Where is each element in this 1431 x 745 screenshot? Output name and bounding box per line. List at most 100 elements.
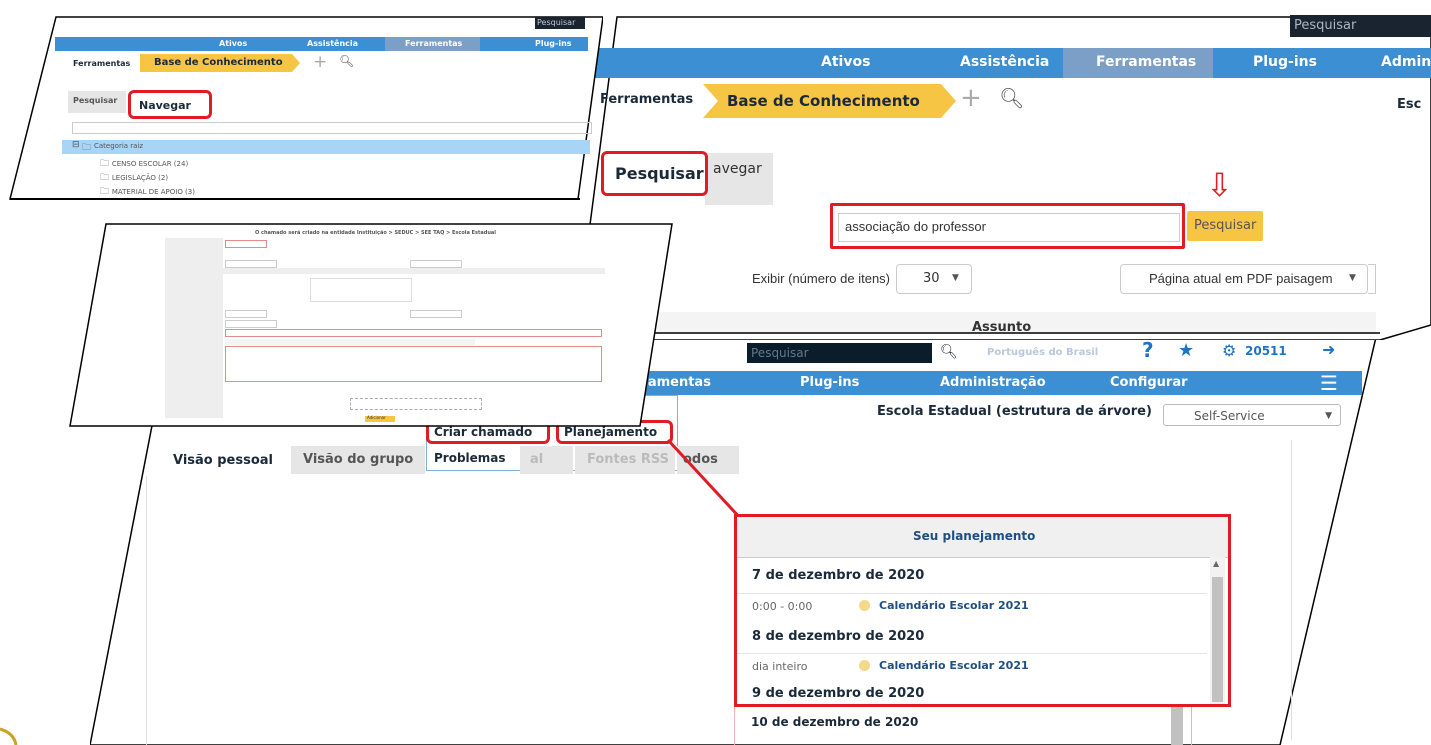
chevron-down-icon: ▼ (1349, 273, 1356, 283)
scrollbar-thumb-lower[interactable] (1171, 707, 1183, 745)
nav-item-assets[interactable]: Ativos (821, 54, 870, 70)
entity-selector[interactable]: Escola Estadual (estrutura de árvore) (877, 404, 1152, 419)
nav-item-tools[interactable]: Ferramentas (405, 39, 462, 48)
form-title: O chamado será criado na entidade Instit… (255, 230, 497, 236)
breadcrumb-current-label: Base de Conhecimento (727, 92, 920, 110)
planning-header: Seu planejamento (737, 517, 1228, 558)
profile-value: Self-Service (1194, 409, 1265, 423)
logout-icon[interactable]: ➜ (1322, 340, 1335, 359)
display-count-label: Exibir (número de itens) (752, 271, 890, 286)
field-date[interactable] (225, 240, 267, 248)
nav-item-assistance[interactable]: Assistência (307, 39, 358, 48)
tab-search[interactable]: Pesquisar (68, 91, 126, 113)
nav-item-plugins[interactable]: Plug-ins (1253, 54, 1317, 70)
nav-item-admin[interactable]: Administração (940, 375, 1046, 390)
field-category[interactable] (410, 260, 462, 268)
folder-icon: 🗀 (100, 159, 112, 169)
kb-search-button[interactable]: Pesquisar (1187, 211, 1263, 241)
planning-event-link[interactable]: Calendário Escolar 2021 (879, 659, 1029, 672)
gear-icon[interactable]: ⚙ (1222, 341, 1236, 360)
scrollbar-thumb[interactable] (1212, 577, 1223, 702)
tree-root-row[interactable]: ⊟ 🗀 Categoria raiz (62, 140, 590, 154)
star-icon[interactable]: ★ (1178, 340, 1194, 361)
breadcrumb-notch (703, 84, 718, 118)
field-requester[interactable] (310, 278, 412, 302)
panel-overlap-edge (640, 332, 1380, 334)
scrollbar-track[interactable]: ▲ (1210, 557, 1225, 704)
breadcrumb-root[interactable]: Ferramentas (600, 92, 693, 107)
nav-item-assistance[interactable]: Assistência (960, 54, 1049, 70)
submit-button[interactable]: Adicionar (365, 415, 395, 422)
event-dot-icon (859, 600, 870, 611)
kb-search-value: associação do professor (845, 219, 986, 234)
form-label-col (165, 238, 223, 418)
planning-event-link[interactable]: Calendário Escolar 2021 (879, 599, 1029, 612)
tab-search-label: Pesquisar (615, 164, 704, 183)
tree-root-label: Categoria raiz (94, 142, 144, 150)
nav-item-admin[interactable]: Admin (1381, 54, 1431, 70)
tab-browse-label: Navegar (139, 99, 191, 112)
ticket-count[interactable]: 20511 (1245, 344, 1287, 358)
tab-search[interactable]: Pesquisar (601, 151, 708, 196)
tree-filter-input[interactable] (72, 122, 592, 134)
field-description[interactable] (225, 346, 602, 382)
tab-browse[interactable]: Navegar (128, 90, 212, 119)
chevron-down-icon: ▼ (1325, 411, 1332, 421)
planning-time: 0:00 - 0:00 (752, 600, 813, 613)
tree-item-label: MATERIAL DE APOIO (3) (111, 188, 195, 196)
main-nav-d: rramentas Plug-ins Administração Configu… (585, 371, 1362, 395)
planning-title[interactable]: Seu planejamento (913, 529, 1035, 543)
tab-group-view[interactable]: Visão do grupo (291, 446, 425, 474)
chevron-down-icon: ▼ (952, 273, 959, 283)
export-button-edge[interactable] (1368, 264, 1376, 294)
entity-cut-label: Esc (1397, 97, 1422, 112)
planning-day: 8 de dezembro de 2020 (752, 629, 925, 644)
content-left-border (146, 476, 147, 745)
export-select[interactable]: Página atual em PDF paisagem ▼ (1120, 264, 1368, 294)
nav-item-plugins[interactable]: Plug-ins (535, 39, 572, 48)
tab-personal-view[interactable]: Visão pessoal (173, 453, 273, 468)
form-body: Adicionar (160, 238, 605, 422)
search-input-b[interactable]: Pesquisar (1290, 15, 1431, 37)
display-count-select[interactable]: 30 ▼ (896, 264, 972, 294)
field-title[interactable] (225, 329, 602, 337)
search-icon[interactable]: 🔍︎ (999, 86, 1024, 110)
planning-time: dia inteiro (752, 660, 808, 673)
language-link[interactable]: Português do Brasil (987, 347, 1098, 358)
search-input-a[interactable]: Pesquisar (535, 17, 585, 29)
content-right-border (1291, 440, 1292, 740)
kb-search-input[interactable]: associação do professor (830, 203, 1185, 249)
tab-browse[interactable]: avegar (705, 153, 773, 205)
breadcrumb-current[interactable]: Base de Conhecimento (140, 54, 292, 72)
nav-item-assets[interactable]: Ativos (219, 39, 247, 48)
nav-item-tools[interactable]: Ferramentas (1096, 54, 1196, 70)
search-icon[interactable]: 🔍︎ (339, 54, 354, 68)
profile-select[interactable]: Self-Service ▼ (1163, 404, 1341, 426)
tab-rss-label: Fontes RSS (587, 452, 669, 467)
kb-search-field[interactable]: associação do professor (838, 213, 1180, 242)
menu-item-problems[interactable]: Problemas (434, 451, 506, 465)
scroll-up-icon[interactable]: ▲ (1213, 559, 1219, 568)
collapse-icon[interactable]: ⊟ (72, 140, 80, 150)
field-origin[interactable] (410, 310, 462, 318)
breadcrumb-root[interactable]: Ferramentas (73, 59, 130, 68)
editor-toolbar[interactable] (225, 339, 475, 345)
field-attachment[interactable] (350, 398, 482, 410)
kb-search-button-label: Pesquisar (1194, 218, 1257, 233)
tab-global-view[interactable]: al (520, 446, 573, 474)
help-icon[interactable]: ? (1142, 338, 1154, 362)
nav-item-config[interactable]: Configurar (1110, 375, 1188, 390)
field-status[interactable] (225, 310, 267, 318)
tree-item-label: CENSO ESCOLAR (24) (111, 160, 189, 168)
search-input-d[interactable]: Pesquisar (747, 343, 932, 363)
add-icon[interactable]: + (313, 52, 327, 72)
field-location[interactable] (225, 320, 277, 328)
field-type[interactable] (225, 260, 277, 268)
add-icon[interactable]: + (960, 83, 982, 113)
search-icon[interactable]: 🔍︎ (940, 344, 958, 360)
nav-item-plugins[interactable]: Plug-ins (800, 375, 859, 390)
hamburger-menu-icon[interactable]: ☰ (1320, 371, 1338, 395)
form-header-row (165, 268, 605, 274)
submit-label: Adicionar (367, 415, 386, 420)
breadcrumb-current[interactable]: Base de Conhecimento (703, 84, 941, 118)
